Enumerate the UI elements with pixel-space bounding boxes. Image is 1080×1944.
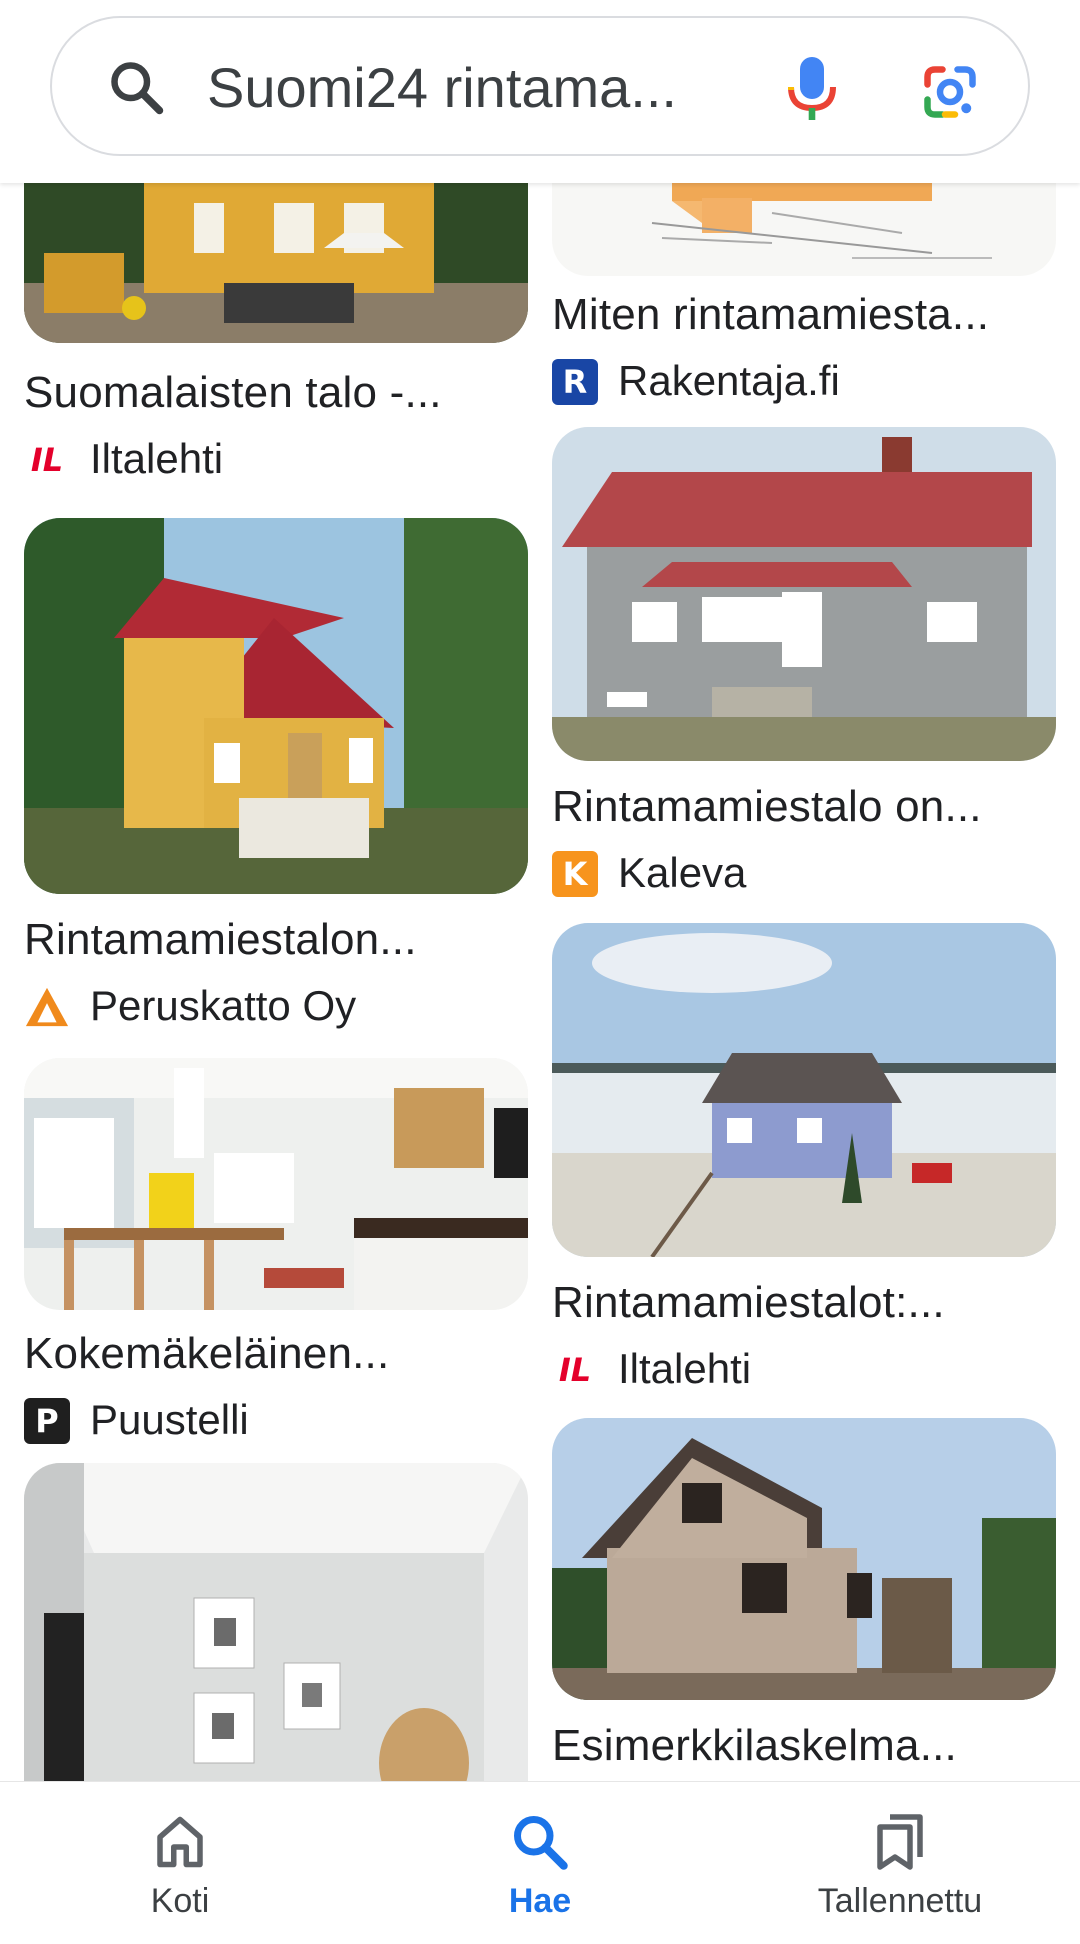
result-title[interactable]: Rintamamiestalot:... — [552, 1275, 1072, 1331]
source-name: Rakentaja.fi — [618, 357, 840, 404]
nav-search[interactable]: Hae — [410, 1782, 670, 1944]
result-title[interactable]: Rintamamiestalo on... — [552, 779, 1072, 835]
source-name: Puustelli — [90, 1396, 249, 1443]
result-source[interactable]: R Rakentaja.fi — [552, 353, 1056, 409]
search-icon[interactable] — [107, 58, 167, 118]
result-title[interactable]: Suomalaisten talo -... — [24, 365, 544, 421]
search-query[interactable]: Suomi24 rintama... — [207, 48, 777, 128]
result-title[interactable]: Rintamamiestalon... — [24, 912, 544, 968]
search-icon — [514, 1816, 568, 1870]
bookmarks-icon — [877, 1814, 923, 1870]
result-thumbnail[interactable] — [552, 427, 1056, 761]
home-icon — [157, 1816, 203, 1868]
result-thumbnail[interactable] — [24, 1058, 528, 1310]
result-source[interactable]: Peruskatto Oy — [24, 978, 528, 1034]
result-thumbnail[interactable] — [24, 1463, 528, 1781]
search-box[interactable]: Suomi24 rintama... — [50, 16, 1030, 156]
nav-saved[interactable]: Tallennettu — [770, 1782, 1030, 1944]
source-name: Kaleva — [618, 849, 747, 896]
result-title[interactable]: Miten rintamamiesta... — [552, 287, 1072, 343]
source-name: Iltalehti — [618, 1345, 752, 1392]
bottom-navigation: Koti Hae Tallennettu — [0, 1781, 1080, 1944]
iltalehti-logo-icon: IL — [30, 441, 64, 479]
microphone-icon[interactable] — [782, 54, 842, 126]
result-thumbnail[interactable] — [24, 518, 528, 894]
result-title[interactable]: Esimerkkilaskelma... — [552, 1718, 1072, 1774]
result-title[interactable]: Kokemäkeläinen... — [24, 1326, 544, 1382]
iltalehti-logo-icon: IL — [558, 1351, 592, 1389]
nav-home-label: Koti — [150, 1882, 210, 1920]
result-thumbnail[interactable] — [552, 183, 1056, 276]
google-lens-icon[interactable] — [920, 62, 980, 122]
result-source[interactable]: K Kaleva — [552, 845, 1056, 901]
rakentaja-logo-icon: R — [552, 359, 598, 405]
result-source[interactable]: P Puustelli — [24, 1392, 528, 1448]
nav-saved-label: Tallennettu — [817, 1882, 983, 1920]
kaleva-logo-icon: K — [552, 851, 598, 897]
nav-search-label: Hae — [508, 1882, 572, 1920]
result-thumbnail[interactable] — [24, 183, 528, 343]
nav-home[interactable]: Koti — [50, 1782, 310, 1944]
peruskatto-logo-icon — [24, 984, 70, 1030]
result-source[interactable]: IL Iltalehti — [552, 1341, 1056, 1397]
result-thumbnail[interactable] — [552, 1418, 1056, 1700]
top-bar: Suomi24 rintama... — [0, 0, 1080, 183]
puustelli-logo-icon: P — [24, 1398, 70, 1444]
result-source[interactable]: IL Iltalehti — [24, 431, 528, 487]
image-results-grid: Suomalaisten talo -... IL Iltalehti Rint… — [0, 183, 1080, 1781]
result-thumbnail[interactable] — [552, 923, 1056, 1257]
source-name: Peruskatto Oy — [90, 982, 357, 1029]
source-name: Iltalehti — [90, 435, 224, 482]
